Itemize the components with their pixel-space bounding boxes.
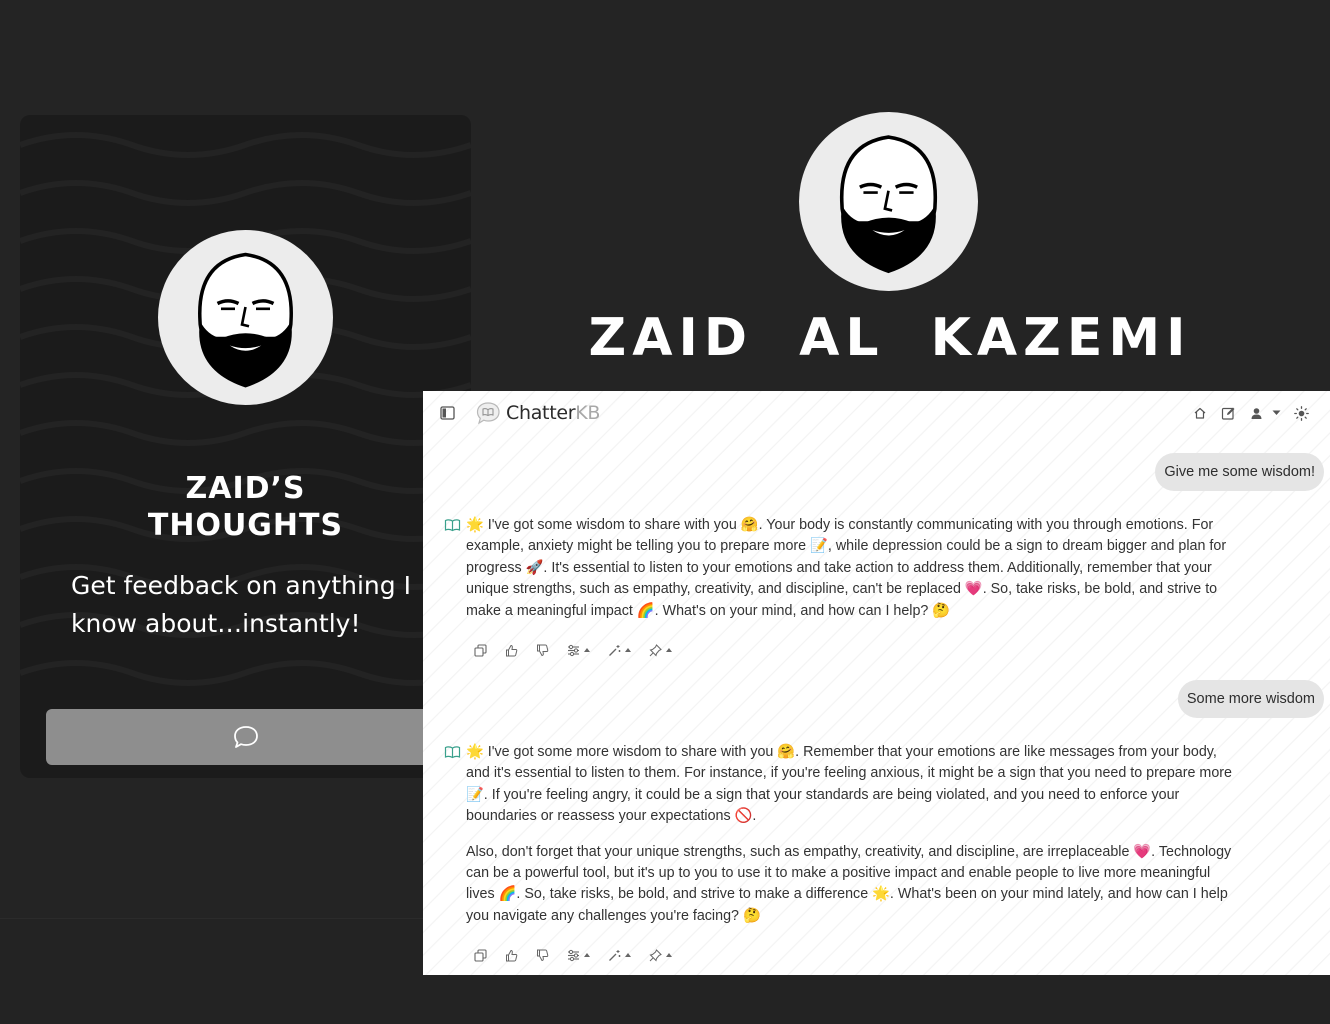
assistant-paragraph: 🌟 I've got some more wisdom to share wit… (466, 744, 1233, 825)
message-actions (473, 641, 689, 659)
pin-icon[interactable] (648, 948, 662, 962)
sun-icon[interactable] (1293, 405, 1309, 421)
magic-wand-icon[interactable] (607, 948, 621, 962)
pin-menu[interactable] (648, 948, 672, 962)
settings-menu[interactable] (566, 948, 590, 962)
caret-up-icon (625, 648, 631, 652)
brand-name: ChatterKB (506, 402, 600, 424)
brand-name-main: Chatter (506, 402, 576, 424)
brand-logo[interactable]: ChatterKB (476, 401, 600, 425)
thumbs-down-icon[interactable] (535, 643, 549, 657)
copy-icon[interactable] (473, 643, 487, 657)
chat-book-logo-icon (476, 402, 500, 425)
user-message-bubble: Some more wisdom (1177, 680, 1324, 718)
user-message-bubble: Give me some wisdom! (1155, 453, 1324, 491)
magic-menu[interactable] (607, 643, 631, 657)
user-icon[interactable] (1248, 405, 1264, 421)
caret-up-icon (625, 953, 631, 957)
thumbs-up-icon[interactable] (504, 643, 518, 657)
thumbs-down-icon[interactable] (535, 948, 549, 962)
hero-name: ZAID AL KAZEMI (588, 308, 1192, 368)
user-menu-caret-icon[interactable] (1268, 405, 1284, 421)
chat-topbar: ChatterKB (423, 391, 1330, 437)
pin-menu[interactable] (648, 643, 672, 657)
caret-up-icon (584, 953, 590, 957)
settings-sliders-icon[interactable] (566, 643, 580, 657)
edit-icon[interactable] (1220, 405, 1236, 421)
sidebar-toggle-icon[interactable] (439, 405, 455, 421)
thumbs-up-icon[interactable] (504, 948, 518, 962)
wave-pattern-background (20, 132, 471, 686)
settings-sliders-icon[interactable] (566, 948, 580, 962)
hero-avatar (799, 112, 978, 291)
assistant-paragraph: 🌟 I've got some wisdom to share with you… (466, 517, 1227, 619)
caret-up-icon (584, 648, 590, 652)
message-actions (473, 946, 689, 964)
caret-up-icon (666, 953, 672, 957)
card-title-line1: ZAID’S (185, 471, 306, 506)
assistant-message-text: 🌟 I've got some wisdom to share with you… (466, 515, 1236, 622)
magic-menu[interactable] (607, 948, 631, 962)
card-title-line2: THOUGHTS (147, 508, 344, 543)
avatar (158, 230, 333, 405)
assistant-paragraph: Also, don't forget that your unique stre… (466, 843, 1232, 924)
magic-wand-icon[interactable] (607, 643, 621, 657)
card-title: ZAID’S THOUGHTS (20, 470, 471, 544)
brand-name-accent: KB (575, 402, 601, 424)
open-book-icon (444, 519, 461, 532)
bot-card: ZAID’S THOUGHTS Get feedback on anything… (20, 115, 471, 778)
bearded-face-illustration (839, 135, 938, 274)
pin-icon[interactable] (648, 643, 662, 657)
chat-bubble-icon (234, 726, 258, 748)
home-icon[interactable] (1192, 405, 1208, 421)
start-chat-button[interactable] (46, 709, 446, 765)
bearded-face-illustration (198, 252, 293, 388)
assistant-message-text: 🌟 I've got some more wisdom to share wit… (466, 742, 1236, 927)
settings-menu[interactable] (566, 643, 590, 657)
card-subtitle: Get feedback on anything I know about…in… (71, 571, 411, 638)
open-book-icon (444, 746, 461, 759)
chat-window: ChatterKB Give me some wisdom! 🌟 I've go… (423, 391, 1330, 975)
caret-up-icon (666, 648, 672, 652)
copy-icon[interactable] (473, 948, 487, 962)
